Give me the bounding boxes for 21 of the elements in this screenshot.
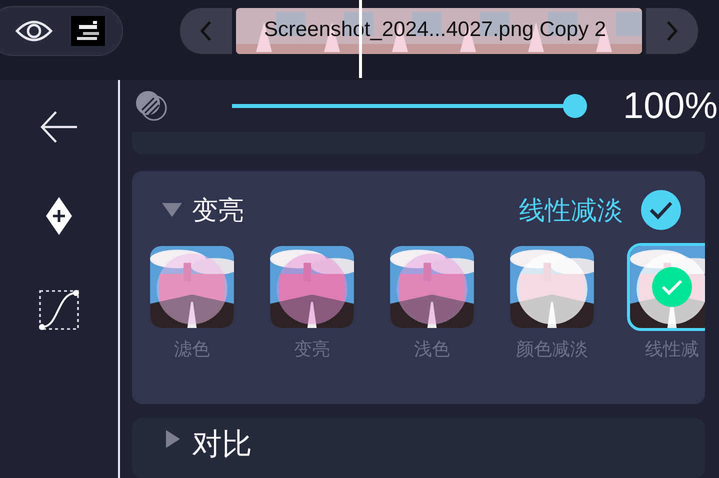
- diamond-plus-icon[interactable]: [45, 196, 73, 236]
- curve-icon[interactable]: [37, 288, 81, 332]
- selected-mode-label: 线性减淡: [519, 194, 623, 228]
- blend-mode-label: 线性减: [645, 338, 699, 361]
- chevron-left-icon: [199, 20, 213, 42]
- group-title[interactable]: 对比: [192, 424, 252, 464]
- blend-mode-label: 浅色: [414, 338, 450, 361]
- back-arrow-icon[interactable]: [39, 110, 79, 144]
- check-badge-icon: [652, 267, 692, 307]
- eye-icon[interactable]: [15, 19, 53, 43]
- check-icon[interactable]: [641, 190, 681, 230]
- file-name: Screenshot_2024...4027.png Copy 2: [264, 18, 606, 42]
- blend-mode-label: 滤色: [174, 338, 210, 361]
- group-title[interactable]: 变亮: [192, 192, 244, 228]
- opacity-icon: [134, 90, 170, 122]
- opacity-value: 100%: [623, 85, 718, 127]
- slider-thumb[interactable]: [563, 94, 587, 118]
- collapse-triangle-icon[interactable]: [160, 201, 184, 219]
- blend-mode-label: 颜色减淡: [516, 338, 588, 361]
- chevron-right-icon: [665, 20, 679, 42]
- blend-mode-label: 变亮: [294, 338, 330, 361]
